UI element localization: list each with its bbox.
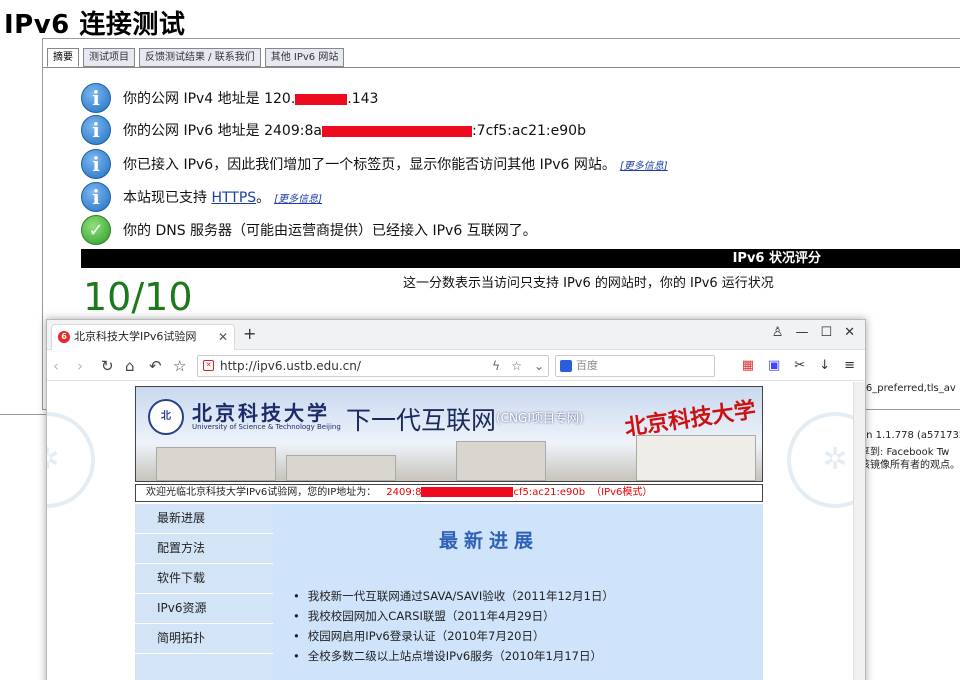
nav-config[interactable]: 配置方法 — [135, 534, 273, 564]
result-https: i 本站现已支持 HTTPS。 [更多信息] — [81, 182, 322, 212]
redaction-mark — [321, 125, 472, 137]
back-icon[interactable]: ‹ — [53, 357, 59, 375]
page-title: IPv6 连接测试 — [4, 10, 186, 40]
university-logo-icon: 北 — [148, 399, 184, 435]
close-window-icon[interactable]: ✕ — [844, 325, 855, 340]
tab-divider — [43, 67, 960, 68]
result-ipv6-tab: i 你已接入 IPv6，因此我们增加了一个标签页，显示你能否访问其他 IPv6 … — [81, 149, 668, 179]
redaction-mark — [295, 93, 348, 105]
menu-icon[interactable]: ≡ — [844, 358, 855, 373]
result-dns: ✓ 你的 DNS 服务器（可能由运营商提供）已经接入 IPv6 互联网了。 — [81, 215, 537, 245]
building-image — [456, 441, 546, 481]
page: IPv6 连接测试 摘要 测试项目 反馈测试结果 / 联系我们 其他 IPv6 … — [0, 0, 960, 680]
flash-icon[interactable]: ϟ — [492, 356, 500, 376]
result-text: 你的 DNS 服务器（可能由运营商提供）已经接入 IPv6 互联网了。 — [123, 223, 537, 239]
insecure-icon: ✕ — [203, 360, 214, 371]
tab-other-sites[interactable]: 其他 IPv6 网站 — [264, 48, 345, 67]
site-nav: 最新进展 配置方法 软件下载 IPv6资源 简明拓扑 — [135, 504, 273, 680]
toolbar-tools: ▦ ▣ ✂ ↓ ≡ — [742, 358, 855, 373]
bookmark-star-icon[interactable]: ☆ — [511, 356, 522, 376]
nav-resources[interactable]: IPv6资源 — [135, 594, 273, 624]
result-ipv6: i 你的公网 IPv6 地址是 2409:8a:7cf5:ac21:e90b — [81, 115, 586, 145]
undo-icon[interactable]: ↶ — [149, 357, 162, 375]
star-icon[interactable]: ☆ — [173, 357, 186, 375]
side-text-4: 该镜像所有者的观点。 — [860, 460, 960, 471]
news-list: 我校新一代互联网通过SAVA/SAVI验收（2011年12月1日） 我校校园网加… — [293, 586, 614, 666]
browser-window: 6 北京科技大学IPv6试验网 ✕ + ♙ — ☐ ✕ ‹ › ↻ ⌂ ↶ ☆ … — [46, 319, 866, 680]
browser-toolbar: ‹ › ↻ ⌂ ↶ ☆ ✕ http://ipv6.ustb.edu.cn/ ϟ… — [47, 351, 865, 381]
chevron-down-icon[interactable]: ⌄ — [534, 356, 544, 376]
maximize-icon[interactable]: ☐ — [820, 325, 832, 340]
browser-tab[interactable]: 6 北京科技大学IPv6试验网 ✕ — [51, 324, 235, 350]
nav-downloads[interactable]: 软件下载 — [135, 564, 273, 594]
welcome-bar: 欢迎光临北京科技大学IPv6试验网，您的IP地址为： 2409:8 cf5:ac21… — [135, 484, 763, 502]
info-icon: i — [81, 115, 111, 145]
news-item[interactable]: 全校多数二级以上站点增设IPv6服务（2010年1月17日） — [293, 646, 614, 666]
score-bar: IPv6 状况评分 — [81, 249, 960, 268]
scissors-icon[interactable]: ✂ — [794, 358, 805, 373]
close-tab-icon[interactable]: ✕ — [218, 325, 228, 349]
watermark-emblem: ✲ — [47, 412, 95, 508]
baidu-icon — [560, 360, 572, 372]
tab-tests[interactable]: 测试项目 — [83, 48, 135, 67]
result-text: 你已接入 IPv6，因此我们增加了一个标签页，显示你能否访问其他 IPv6 网站… — [123, 157, 668, 173]
score-value: 10/10 — [83, 275, 193, 319]
news-title: 最新进展 — [439, 530, 540, 552]
browser-tab-title: 北京科技大学IPv6试验网 — [74, 330, 197, 343]
search-placeholder: 百度 — [576, 359, 598, 372]
news-panel: 最新进展 我校新一代互联网通过SAVA/SAVI验收（2011年12月1日） 我… — [273, 504, 763, 680]
news-item[interactable]: 校园网启用IPv6登录认证（2010年7月20日） — [293, 626, 614, 646]
building-image — [286, 455, 396, 481]
scrollbar[interactable] — [853, 382, 865, 680]
result-text: 本站现已支持 HTTPS。 [更多信息] — [123, 190, 322, 206]
page-content: ✲ ✲ 北 北京科技大学 University of Science & Tec… — [47, 382, 865, 680]
news-item[interactable]: 我校校园网加入CARSI联盟（2011年4月29日） — [293, 606, 614, 626]
new-tab-button[interactable]: + — [243, 324, 256, 343]
result-text: 你的公网 IPv6 地址是 2409:8a:7cf5:ac21:e90b — [123, 123, 586, 139]
download-icon[interactable]: ↓ — [819, 358, 830, 373]
https-link[interactable]: HTTPS — [211, 190, 256, 206]
site-favicon: 6 — [58, 331, 70, 343]
extension-icon[interactable]: ▣ — [768, 358, 780, 373]
nav-latest[interactable]: 最新进展 — [135, 504, 273, 534]
banner-subtitle: (CNGI项目专网) — [496, 411, 584, 425]
redaction-mark — [421, 487, 514, 497]
result-text: 你的公网 IPv4 地址是 120. .143 — [123, 91, 379, 107]
tab-feedback[interactable]: 反馈测试结果 / 联系我们 — [139, 48, 261, 67]
shirt-icon[interactable]: ♙ — [772, 325, 784, 340]
university-name: 北京科技大学 — [192, 401, 330, 425]
forward-icon[interactable]: › — [77, 357, 83, 375]
more-info-link[interactable]: [更多信息] — [620, 161, 668, 172]
university-name-en: University of Science & Technology Beiji… — [192, 423, 341, 431]
side-text-1: v6_preferred,tls_av — [860, 383, 956, 394]
more-info-link[interactable]: [更多信息] — [274, 194, 322, 205]
search-box[interactable]: 百度 — [555, 355, 715, 377]
tab-bar: 摘要 测试项目 反馈测试结果 / 联系我们 其他 IPv6 网站 — [47, 48, 345, 67]
minimize-icon[interactable]: — — [795, 325, 808, 340]
browser-tabbar: 6 北京科技大学IPv6试验网 ✕ + ♙ — ☐ ✕ — [47, 320, 865, 350]
building-image — [156, 447, 276, 481]
reload-icon[interactable]: ↻ — [101, 357, 114, 375]
info-icon: i — [81, 83, 111, 113]
home-icon[interactable]: ⌂ — [125, 357, 135, 375]
window-controls: ♙ — ☐ ✕ — [772, 325, 855, 340]
score-note: 这一分数表示当访问只支持 IPv6 的网站时，你的 IPv6 运行状况 — [403, 276, 774, 291]
nav-topology[interactable]: 简明拓扑 — [135, 624, 273, 654]
address-text: http://ipv6.ustb.edu.cn/ — [220, 359, 361, 373]
news-item[interactable]: 我校新一代互联网通过SAVA/SAVI验收（2011年12月1日） — [293, 586, 614, 606]
side-text-2: on 1.1.778 (a571732 — [860, 430, 960, 441]
apps-icon[interactable]: ▦ — [742, 358, 754, 373]
building-image — [636, 435, 756, 481]
info-icon: i — [81, 149, 111, 179]
info-icon: i — [81, 182, 111, 212]
address-bar[interactable]: ✕ http://ipv6.ustb.edu.cn/ ϟ ☆ ⌄ — [197, 355, 549, 377]
tab-summary[interactable]: 摘要 — [47, 48, 79, 67]
site-banner: 北 北京科技大学 University of Science & Technol… — [135, 386, 763, 482]
banner-title: 下一代互联网 — [346, 406, 497, 435]
result-ipv4: i 你的公网 IPv4 地址是 120. .143 — [81, 83, 378, 113]
checkmark-icon: ✓ — [81, 215, 111, 245]
